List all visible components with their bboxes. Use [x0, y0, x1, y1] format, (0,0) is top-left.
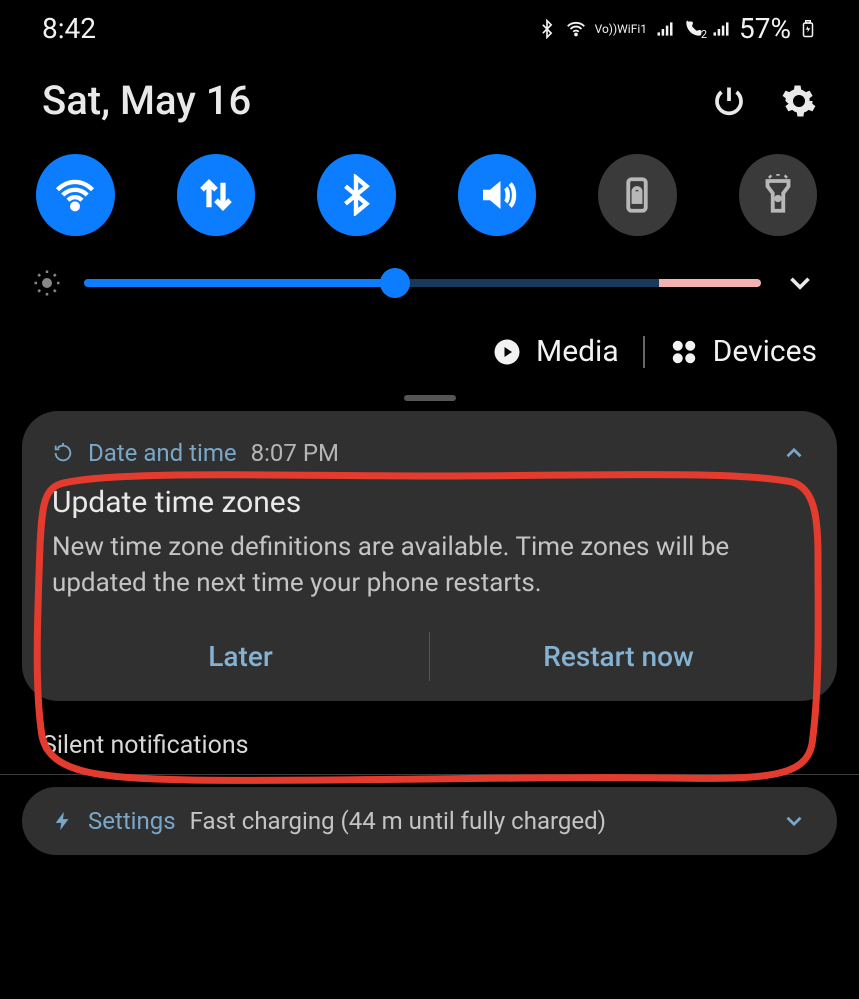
grid-icon: [669, 337, 699, 367]
notification-actions: Later Restart now: [52, 628, 807, 685]
devices-label: Devices: [713, 334, 817, 369]
flashlight-icon: [757, 174, 799, 216]
bluetooth-status-icon: [537, 19, 557, 39]
wifi-toggle[interactable]: [36, 154, 115, 236]
media-label: Media: [536, 334, 619, 369]
silent-notification-card[interactable]: Settings Fast charging (44 m until fully…: [22, 787, 837, 855]
signal2-status-icon: [711, 19, 731, 39]
rotation-lock-icon: [616, 174, 658, 216]
silent-app: Settings: [88, 807, 176, 835]
media-devices-row: Media Devices: [0, 312, 859, 383]
battery-charging-icon: [799, 16, 817, 42]
media-button[interactable]: Media: [492, 334, 619, 369]
sound-toggle[interactable]: [458, 154, 537, 236]
status-right: Vo))WiFi1 2 57%: [537, 12, 817, 45]
notification-app: Date and time: [88, 439, 237, 467]
status-time: 8:42: [42, 12, 96, 45]
battery-percent: 57%: [739, 12, 791, 45]
restart-now-button[interactable]: Restart now: [430, 628, 807, 685]
separator: [643, 336, 645, 368]
bluetooth-toggle[interactable]: [317, 154, 396, 236]
notification-header: Date and time 8:07 PM: [52, 439, 807, 467]
wifi-icon: [54, 174, 96, 216]
mobile-data-toggle[interactable]: [177, 154, 256, 236]
power-icon[interactable]: [711, 83, 747, 119]
notification-body: New time zone definitions are available.…: [52, 530, 807, 602]
clock-update-icon: [52, 442, 74, 464]
notification-title: Update time zones: [52, 485, 807, 520]
play-circle-icon: [492, 337, 522, 367]
bolt-icon: [52, 810, 74, 832]
brightness-slider[interactable]: [84, 279, 761, 287]
settings-gear-icon[interactable]: [781, 83, 817, 119]
collapse-icon[interactable]: [781, 440, 807, 466]
date-text: Sat, May 16: [42, 77, 251, 124]
call-status-icon: 2: [683, 19, 703, 39]
divider: [0, 774, 859, 775]
notification-timestamp: 8:07 PM: [251, 439, 339, 467]
flashlight-toggle[interactable]: [739, 154, 818, 236]
signal1-status-icon: [655, 19, 675, 39]
devices-button[interactable]: Devices: [669, 334, 817, 369]
expand-icon[interactable]: [781, 808, 807, 834]
drag-handle[interactable]: [404, 395, 456, 401]
status-bar: 8:42 Vo))WiFi1 2 57%: [0, 0, 859, 53]
bluetooth-icon: [335, 174, 377, 216]
data-arrows-icon: [195, 174, 237, 216]
rotation-lock-toggle[interactable]: [598, 154, 677, 236]
wifi-status-icon: [565, 18, 587, 40]
brightness-expand-icon[interactable]: [783, 266, 817, 300]
quick-toggles: [0, 136, 859, 254]
brightness-row: [0, 254, 859, 312]
later-button[interactable]: Later: [52, 628, 429, 685]
silent-message: Fast charging (44 m until fully charged): [190, 807, 606, 835]
sound-icon: [476, 174, 518, 216]
brightness-thumb[interactable]: [380, 268, 410, 298]
brightness-icon: [32, 268, 62, 298]
vo-wifi-status-icon: Vo))WiFi1: [595, 23, 647, 35]
panel-header: Sat, May 16: [0, 53, 859, 136]
notification-card[interactable]: Date and time 8:07 PM Update time zones …: [22, 411, 837, 701]
silent-header: Silent notifications: [0, 721, 859, 774]
